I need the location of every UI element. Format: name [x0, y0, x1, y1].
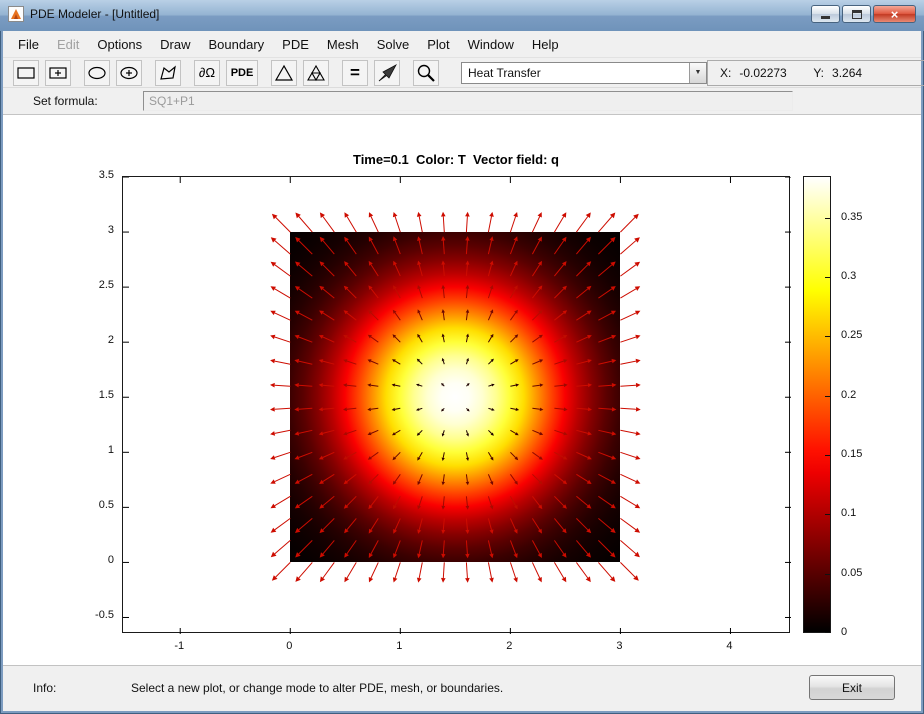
mesh-init-button[interactable] — [271, 59, 297, 86]
magnifier-icon — [417, 64, 435, 82]
menu-draw[interactable]: Draw — [151, 33, 199, 56]
info-message: Select a new plot, or change mode to alt… — [131, 681, 504, 695]
coord-y-label: Y: — [813, 65, 825, 80]
exit-button[interactable]: Exit — [809, 675, 895, 700]
menu-help[interactable]: Help — [523, 33, 568, 56]
y-tick-label: 3.5 — [98, 169, 114, 181]
chevron-down-icon[interactable]: ▼ — [689, 62, 706, 83]
coord-x-label: X: — [720, 65, 732, 80]
polygon-icon — [160, 64, 176, 80]
colorbar-tick-mark — [825, 395, 830, 397]
ellipse-centered-tool-button[interactable] — [116, 59, 142, 86]
menu-edit: Edit — [56, 36, 80, 52]
menubar: File Edit Options Draw Boundary PDE Mesh… — [3, 31, 921, 57]
colorbar-tick-label: 0 — [841, 626, 848, 638]
colorbar-tick-mark — [825, 573, 830, 575]
colorbar-tick-label: 0.2 — [841, 388, 857, 401]
refined-triangle-mesh-icon — [307, 64, 325, 81]
y-tick-label: 1.5 — [98, 389, 114, 402]
colorbar-tick-label: 0.15 — [841, 447, 863, 460]
colorbar-tick-mark — [825, 632, 830, 633]
x-tick-label: 1 — [396, 640, 403, 652]
application-mode-select[interactable]: Heat Transfer ▼ — [461, 61, 707, 84]
minimize-button[interactable] — [811, 5, 840, 23]
rectangle-tool-button[interactable] — [13, 59, 39, 86]
y-tick-label: 0 — [107, 554, 114, 567]
ellipse-plus-icon — [120, 66, 138, 79]
y-tick-label: 2 — [107, 334, 114, 347]
pde-mode-button[interactable]: PDE — [226, 59, 258, 86]
menu-plot[interactable]: Plot — [418, 33, 458, 56]
menu-window[interactable]: Window — [459, 33, 523, 56]
coordinate-readout: X: -0.02273 Y: 3.264 — [707, 59, 924, 86]
maximize-button[interactable] — [842, 5, 871, 23]
set-formula-label: Set formula: — [33, 94, 98, 108]
plot-axes[interactable] — [122, 176, 791, 634]
y-tick-label: 2.5 — [98, 279, 114, 292]
x-tick-label: 3 — [616, 640, 623, 652]
close-button[interactable]: × — [873, 5, 916, 23]
mesh-refine-button[interactable] — [303, 59, 329, 86]
menu-file[interactable]: File — [9, 33, 48, 56]
triangle-mesh-icon — [274, 64, 294, 81]
colorbar-tick-mark — [825, 336, 830, 338]
zoom-button[interactable] — [413, 59, 439, 86]
quiver-vector-field — [123, 177, 791, 634]
colorbar-tick-label: 0.1 — [841, 507, 857, 520]
rectangle-icon — [17, 66, 35, 79]
menu-boundary[interactable]: Boundary — [200, 33, 274, 56]
rectangle-centered-tool-button[interactable] — [45, 59, 71, 86]
coord-y-value: 3.264 — [832, 65, 863, 80]
colorbar-tick-mark — [825, 276, 830, 278]
y-tick-label: -0.5 — [95, 609, 114, 622]
x-tick-label: 4 — [726, 640, 733, 652]
colorbar-tick-mark — [825, 454, 830, 456]
menu-solve[interactable]: Solve — [368, 33, 419, 56]
app-icon — [8, 6, 24, 22]
pde-modeler-window: PDE Modeler - [Untitled] × File Edit Opt… — [0, 0, 924, 714]
application-mode-value: Heat Transfer — [468, 65, 541, 80]
menu-pde[interactable]: PDE — [273, 33, 318, 56]
plot-solution-button[interactable] — [374, 59, 400, 86]
ellipse-tool-button[interactable] — [84, 59, 110, 86]
x-tick-label: -1 — [174, 640, 185, 652]
plot-title: Time=0.1 Color: T Vector field: q — [352, 152, 559, 167]
rectangle-plus-icon — [49, 66, 67, 79]
colorbar-tick-label: 0.3 — [841, 269, 857, 282]
colorbar-tick-label: 0.05 — [841, 566, 863, 579]
y-tick-label: 1 — [107, 444, 114, 457]
y-tick-label: 3 — [107, 224, 114, 237]
y-tick-label: 0.5 — [98, 499, 114, 512]
window-title: PDE Modeler - [Untitled] — [30, 7, 160, 21]
statusbar: Info: Select a new plot, or change mode … — [3, 665, 921, 711]
colorbar — [803, 176, 831, 633]
toolbar: ∂Ω PDE = Heat Transfer ▼ X: -0.02273 Y: … — [3, 57, 924, 87]
menu-mesh[interactable]: Mesh — [318, 33, 368, 56]
polygon-tool-button[interactable] — [155, 59, 181, 86]
3d-plot-arrow-icon — [378, 63, 397, 81]
plot-figure: Time=0.1 Color: T Vector field: q -1 0 1 2 3… — [3, 115, 921, 665]
solve-pde-button[interactable]: = — [342, 59, 368, 86]
boundary-mode-button[interactable]: ∂Ω — [194, 59, 220, 86]
colorbar-tick-mark — [825, 217, 830, 219]
info-label: Info: — [33, 681, 57, 695]
set-formula-input[interactable] — [143, 91, 793, 111]
minimize-icon — [821, 16, 830, 19]
colorbar-tick-label: 0.35 — [841, 210, 863, 223]
menu-options[interactable]: Options — [88, 33, 151, 56]
coord-x-value: -0.02273 — [739, 65, 787, 80]
close-icon: × — [890, 6, 899, 22]
x-tick-label: 0 — [286, 640, 293, 652]
titlebar[interactable]: PDE Modeler - [Untitled] × — [0, 0, 924, 31]
x-tick-label: 2 — [506, 640, 513, 652]
set-formula-bar: Set formula: — [3, 87, 921, 115]
colorbar-tick-label: 0.25 — [841, 329, 863, 342]
maximize-icon — [851, 9, 862, 19]
ellipse-icon — [88, 66, 106, 79]
colorbar-tick-mark — [825, 514, 830, 516]
